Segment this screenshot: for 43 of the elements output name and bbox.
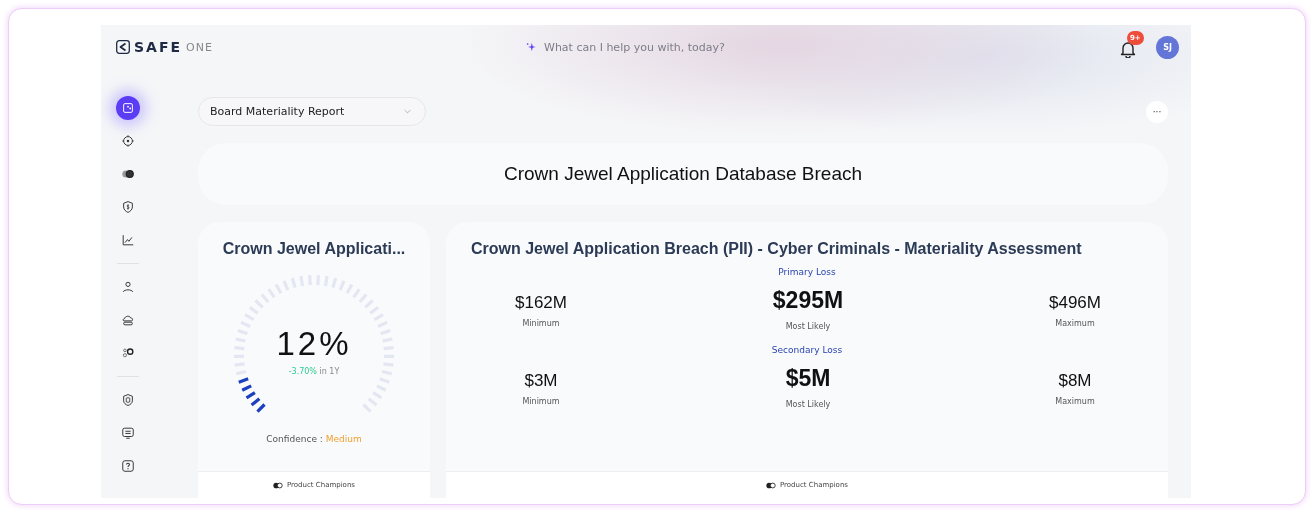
search-field[interactable]: What can I help you with, today? [544, 40, 804, 54]
help-icon [121, 459, 135, 473]
loss-value: $162M [515, 293, 567, 313]
toggle-icon [273, 481, 283, 489]
target-icon [121, 134, 135, 148]
loss-value: $8M [1058, 371, 1092, 391]
page-title: Crown Jewel Application Database Breach [504, 163, 862, 185]
sparkle-icon [526, 42, 536, 52]
loss-label: Minimum [522, 319, 560, 328]
more-button[interactable]: ··· [1146, 100, 1168, 123]
report-dropdown[interactable]: Board Materiality Report [198, 97, 426, 126]
cloud-icon [121, 313, 135, 327]
bell-icon[interactable] [1120, 40, 1136, 58]
loss-label: Maximum [1055, 319, 1095, 328]
loss-label: Minimum [522, 397, 560, 406]
brand-name: SAFE [134, 39, 183, 55]
person-icon [121, 280, 135, 294]
loss-value: $496M [1049, 293, 1101, 313]
dashboard-icon [121, 101, 135, 115]
loss-value: $5M [785, 365, 831, 392]
change-text: -3.70% in 1Y [288, 367, 340, 376]
logo-icon [116, 40, 130, 54]
loss-value: $3M [524, 371, 558, 391]
line-chart-icon [121, 233, 135, 247]
gauge-value: 12% [276, 325, 352, 363]
confidence-text: Confidence : Medium [266, 434, 362, 444]
list-icon [121, 426, 135, 440]
card-title: Crown Jewel Application Breach (PII) - Cyber Criminals - Materiality Assessment [470, 240, 1083, 258]
loss-label: Most Likely [785, 400, 831, 409]
shield-icon [121, 393, 135, 407]
loss-value: $295M [772, 287, 844, 314]
toggle-icon [121, 167, 135, 181]
circles-icon [121, 346, 135, 360]
loss-label: Most Likely [785, 322, 831, 331]
section-heading: Primary Loss [777, 267, 837, 277]
loss-label: Maximum [1055, 397, 1095, 406]
chevron-down-icon [404, 109, 411, 114]
card-title: Crown Jewel Applicati... [222, 240, 406, 258]
brand-suffix: ONE [186, 40, 213, 54]
user-avatar[interactable]: SJ [1156, 35, 1179, 59]
shield-dollar-icon [121, 200, 135, 214]
section-heading: Secondary Loss [770, 345, 844, 355]
toggle-icon [766, 481, 776, 489]
